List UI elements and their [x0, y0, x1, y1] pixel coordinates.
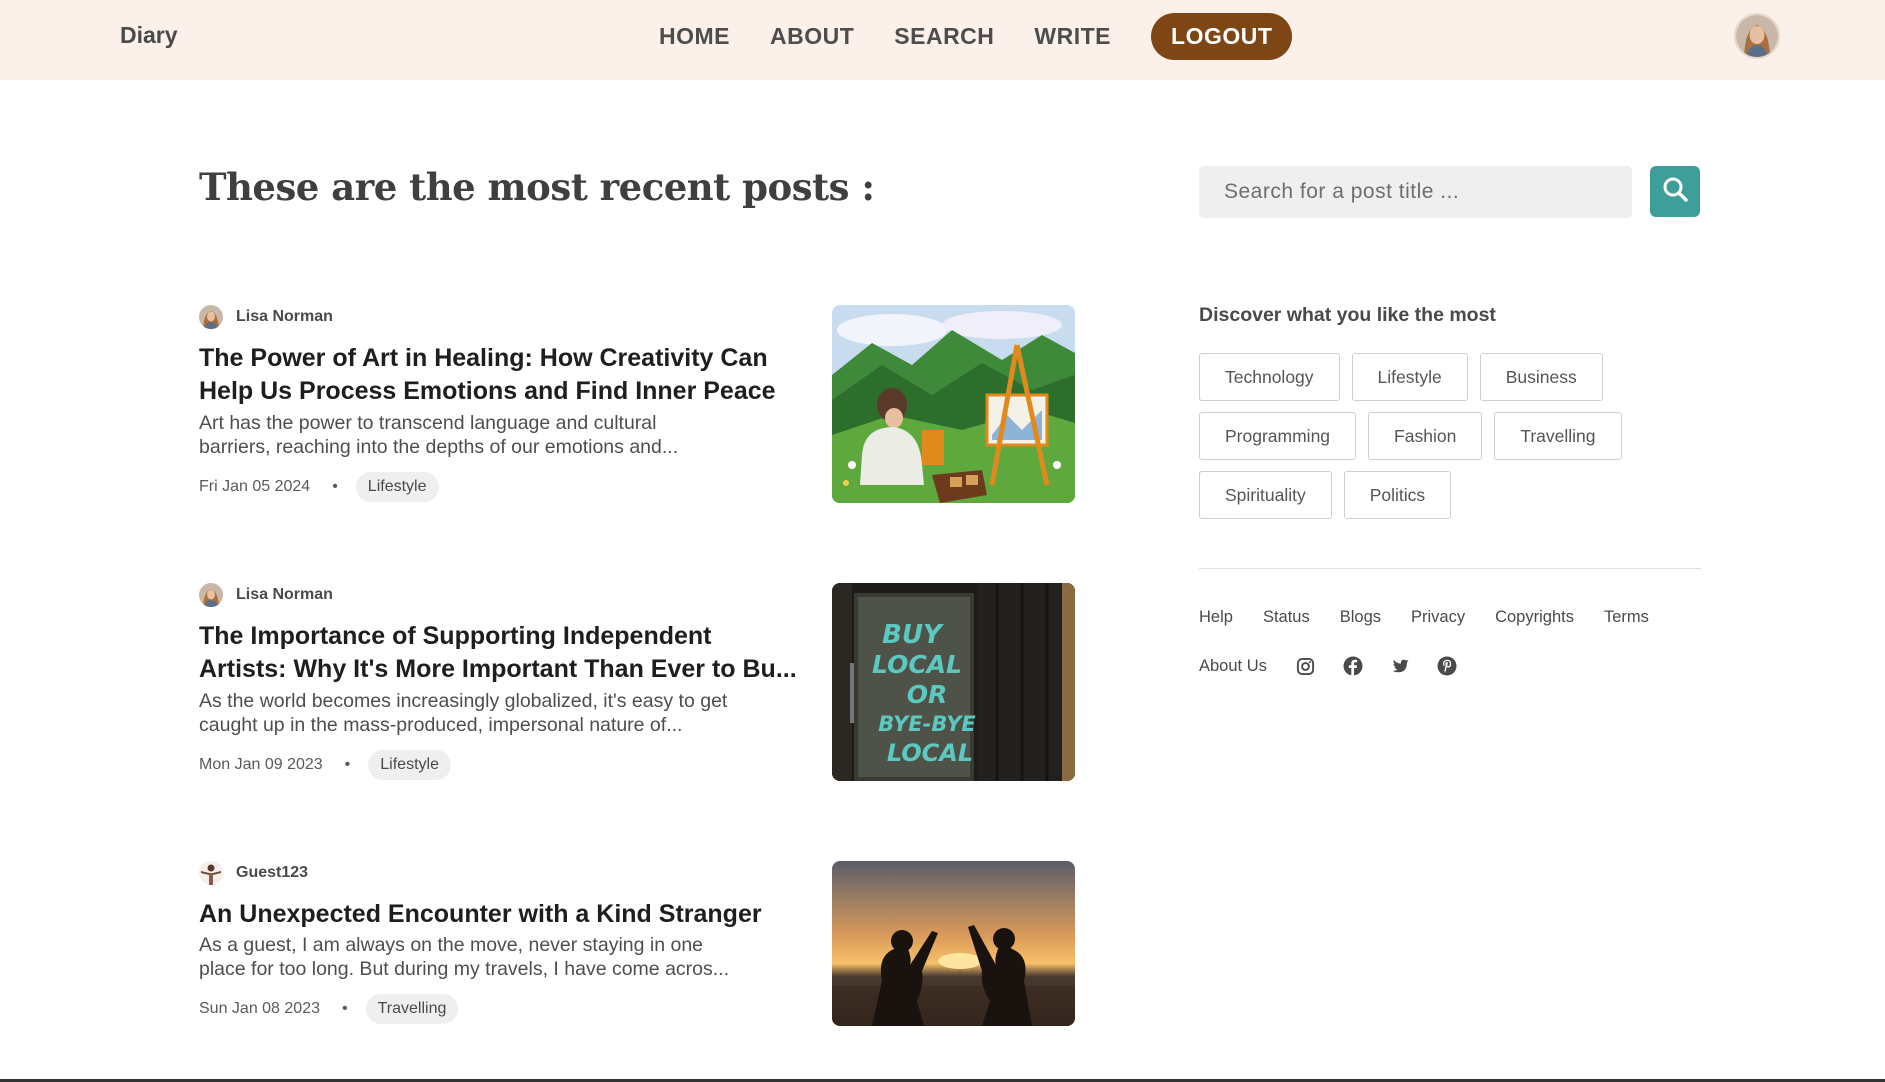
- footer-links: Help Status Blogs Privacy Copyrights Ter…: [1199, 608, 1649, 627]
- post-excerpt-line: As the world becomes increasingly global…: [199, 690, 728, 712]
- post-category-badge[interactable]: Travelling: [365, 994, 459, 1024]
- image-text-line: LOCAL: [887, 739, 973, 767]
- post-thumbnail[interactable]: [832, 861, 1075, 1026]
- post-date: Mon Jan 09 2023: [199, 756, 323, 773]
- logout-button[interactable]: LOGOUT: [1151, 12, 1293, 60]
- post-title[interactable]: The Importance of Supporting Independent…: [199, 620, 809, 686]
- tag-programming[interactable]: Programming: [1199, 412, 1357, 460]
- post-title-line: The Power of Art in Healing: How Creativ…: [199, 344, 768, 372]
- post-excerpt-line: place for too long. But during my travel…: [199, 958, 730, 980]
- nav-write-link[interactable]: WRITE: [1034, 23, 1111, 50]
- post-excerpt: As the world becomes increasingly global…: [199, 689, 809, 737]
- image-text-line: BYE-BYE: [878, 712, 976, 736]
- post-date: Fri Jan 05 2024: [199, 478, 311, 495]
- footer-link-blogs[interactable]: Blogs: [1340, 608, 1381, 627]
- post-excerpt-line: caught up in the mass-produced, imperson…: [199, 714, 683, 736]
- post-author[interactable]: Lisa Norman: [199, 305, 333, 329]
- user-avatar[interactable]: [1734, 13, 1780, 59]
- category-tags: Technology Lifestyle Business Programmin…: [1199, 353, 1659, 519]
- post-title[interactable]: The Power of Art in Healing: How Creativ…: [199, 342, 809, 408]
- footer-social-row: About Us: [1199, 656, 1457, 676]
- nav-links: HOME ABOUT SEARCH WRITE LOGOUT: [659, 12, 1293, 60]
- post-meta: Mon Jan 09 2023 • Lifestyle: [199, 749, 451, 781]
- nav-about-link[interactable]: ABOUT: [770, 23, 854, 50]
- footer-link-terms[interactable]: Terms: [1604, 608, 1649, 627]
- author-avatar: [199, 305, 223, 329]
- meta-separator: •: [332, 478, 338, 495]
- post-thumbnail[interactable]: [832, 305, 1075, 503]
- image-text-line: OR: [907, 680, 948, 709]
- post-excerpt-line: Art has the power to transcend language …: [199, 412, 657, 434]
- tag-business[interactable]: Business: [1479, 353, 1603, 401]
- post-thumbnail[interactable]: BUY LOCAL OR BYE-BYE LOCAL: [832, 583, 1075, 781]
- tag-travelling[interactable]: Travelling: [1494, 412, 1622, 460]
- post-author[interactable]: Guest123: [199, 861, 308, 885]
- author-avatar: [199, 861, 223, 885]
- footer-link-help[interactable]: Help: [1199, 608, 1233, 627]
- search-button[interactable]: [1650, 166, 1700, 217]
- tag-spirituality[interactable]: Spirituality: [1199, 471, 1332, 519]
- sidebar-divider: [1199, 568, 1701, 569]
- instagram-icon[interactable]: [1296, 656, 1316, 676]
- post-title-line: Help Us Process Emotions and Find Inner …: [199, 377, 776, 405]
- footer-link-status[interactable]: Status: [1263, 608, 1310, 627]
- meta-separator: •: [342, 1000, 348, 1017]
- post-author[interactable]: Lisa Norman: [199, 583, 333, 607]
- author-name: Guest123: [236, 864, 309, 881]
- tag-politics[interactable]: Politics: [1343, 471, 1452, 519]
- post-card[interactable]: Lisa Norman The Importance of Supporting…: [199, 583, 1075, 783]
- post-excerpt-line: barriers, reaching into the depths of ou…: [199, 436, 679, 458]
- nav-home-link[interactable]: HOME: [659, 23, 730, 50]
- post-excerpt: Art has the power to transcend language …: [199, 411, 809, 459]
- twitter-icon[interactable]: [1390, 656, 1410, 676]
- post-excerpt: As a guest, I am always on the move, nev…: [199, 933, 809, 981]
- nav-search-link[interactable]: SEARCH: [894, 23, 994, 50]
- post-card[interactable]: Guest123 An Unexpected Encounter with a …: [199, 861, 1075, 1061]
- post-title-line: An Unexpected Encounter with a Kind Stra…: [199, 900, 762, 928]
- meta-separator: •: [344, 756, 351, 773]
- post-meta: Sun Jan 08 2023 • Travelling: [199, 993, 459, 1025]
- facebook-icon[interactable]: [1343, 656, 1363, 676]
- image-text-line: BUY: [882, 620, 945, 650]
- post-category-badge[interactable]: Lifestyle: [368, 750, 451, 780]
- author-name: Lisa Norman: [236, 308, 333, 325]
- search-input[interactable]: [1199, 166, 1632, 218]
- post-card[interactable]: Lisa Norman The Power of Art in Healing:…: [199, 305, 1075, 505]
- tag-technology[interactable]: Technology: [1199, 353, 1340, 401]
- post-excerpt-line: As a guest, I am always on the move, nev…: [199, 934, 704, 956]
- image-text-line: LOCAL: [872, 650, 962, 679]
- footer-link-about[interactable]: About Us: [1199, 657, 1267, 676]
- post-meta: Fri Jan 05 2024 • Lifestyle: [199, 471, 439, 503]
- author-name: Lisa Norman: [236, 586, 333, 603]
- tag-lifestyle[interactable]: Lifestyle: [1351, 353, 1468, 401]
- author-avatar: [199, 583, 223, 607]
- tag-fashion[interactable]: Fashion: [1368, 412, 1483, 460]
- footer-link-copyrights[interactable]: Copyrights: [1495, 608, 1574, 627]
- post-title[interactable]: An Unexpected Encounter with a Kind Stra…: [199, 898, 809, 931]
- footer-link-privacy[interactable]: Privacy: [1411, 608, 1465, 627]
- post-category-badge[interactable]: Lifestyle: [355, 472, 439, 502]
- brand-logo[interactable]: Diary: [120, 22, 178, 49]
- navbar: Diary HOME ABOUT SEARCH WRITE LOGOUT: [0, 0, 1885, 80]
- post-date: Sun Jan 08 2023: [199, 1000, 320, 1017]
- page-title: These are the most recent posts :: [199, 165, 875, 209]
- discover-title: Discover what you like the most: [1199, 304, 1496, 326]
- search-icon: [1662, 176, 1688, 207]
- post-title-line: Artists: Why It's More Important Than Ev…: [199, 655, 797, 683]
- post-title-line: The Importance of Supporting Independent: [199, 622, 712, 650]
- pinterest-icon[interactable]: [1437, 656, 1457, 676]
